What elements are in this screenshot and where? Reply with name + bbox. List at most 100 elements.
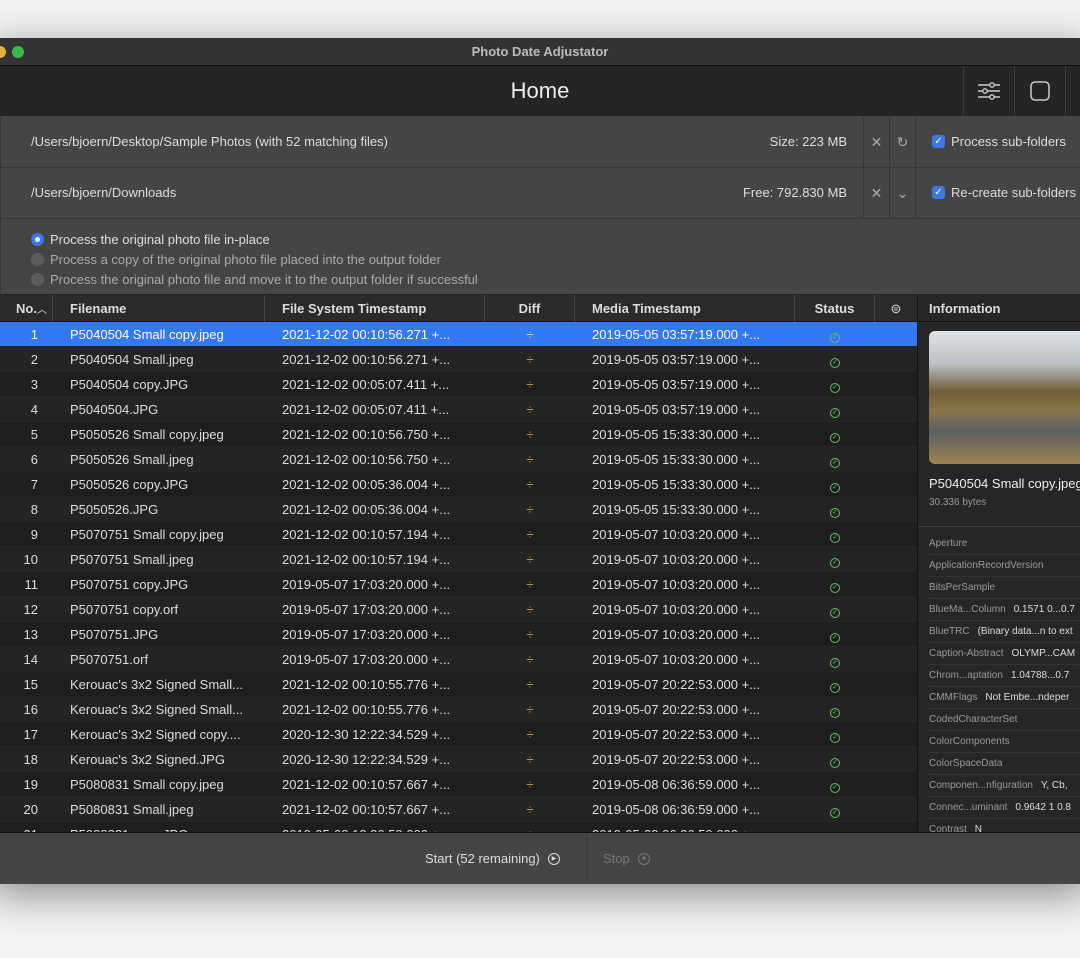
stop-button[interactable]: Stop ■ [603,851,650,866]
row-filename: P5070751 copy.orf [70,602,179,617]
diff-icon: ÷ [526,327,534,342]
filter-icon: ⊜ [890,301,902,316]
table-row[interactable]: 3 P5040504 copy.JPG 2021-12-02 00:05:07.… [0,372,917,397]
photo-preview [929,331,1080,464]
metadata-item: Componen...nfiguration Y, Cb, [929,775,1080,797]
table-header: No.︿ Filename File System Timestamp Diff… [0,295,917,322]
metadata-item: Aperture [929,533,1080,555]
metadata-value: (Binary data...n to ext [977,626,1073,637]
row-number: 11 [24,577,39,592]
table-row[interactable]: 20 P5080831 Small.jpeg 2021-12-02 00:10:… [0,797,917,822]
column-diff[interactable]: Diff [485,295,575,322]
row-media-timestamp: 2019-05-07 10:03:20.000 +... [592,602,761,617]
refresh-source-button[interactable]: ↻ [889,117,915,167]
table-row[interactable]: 5 P5050526 Small copy.jpeg 2021-12-02 00… [0,422,917,447]
table-row[interactable]: 12 P5070751 copy.orf 2019-05-07 17:03:20… [0,597,917,622]
metadata-key: Aperture [929,538,968,549]
row-fs-timestamp: 2021-12-02 00:10:55.776 +... [282,677,451,692]
status-ok-icon: ✓ [795,822,875,832]
status-ok-icon: ✓ [795,547,875,572]
row-filename: P5050526 copy.JPG [70,477,189,492]
row-filename: P5070751 Small copy.jpeg [70,527,224,542]
output-path[interactable]: /Users/bjoern/Downloads [31,185,176,200]
more-button[interactable] [1065,66,1080,116]
table-row[interactable]: 19 P5080831 Small copy.jpeg 2021-12-02 0… [0,772,917,797]
table-row[interactable]: 8 P5050526.JPG 2021-12-02 00:05:36.004 +… [0,497,917,522]
table-row[interactable]: 14 P5070751.orf 2019-05-07 17:03:20.000 … [0,647,917,672]
mode-copy-radio[interactable]: Process a copy of the original photo fil… [31,249,1080,269]
clear-output-button[interactable]: ✕ [863,168,889,218]
metadata-item: BlueTRC (Binary data...n to ext [929,621,1080,643]
row-filename: P5040504.JPG [70,402,159,417]
checkmark-icon: ✓ [932,186,945,199]
row-media-timestamp: 2019-05-05 15:33:30.000 +... [592,452,761,467]
metadata-item: Caption-Abstract OLYMP...CAM [929,643,1080,665]
row-media-timestamp: 2019-05-07 10:03:20.000 +... [592,652,761,667]
column-status[interactable]: Status [795,295,875,322]
table-row[interactable]: 21 P5080831 copy.JPG 2019-05-08 13:36:59… [0,822,917,832]
table-row[interactable]: 4 P5040504.JPG 2021-12-02 00:05:07.411 +… [0,397,917,422]
diff-icon: ÷ [526,727,534,742]
settings-button[interactable] [963,66,1014,116]
metadata-key: ApplicationRecordVersion [929,560,1044,571]
table-row[interactable]: 17 Kerouac's 3x2 Signed copy.... 2020-12… [0,722,917,747]
row-media-timestamp: 2019-05-07 10:03:20.000 +... [592,577,761,592]
output-dropdown-button[interactable]: ⌄ [889,168,915,218]
metadata-item: ApplicationRecordVersion [929,555,1080,577]
sort-ascending-icon: ︿ [36,305,47,316]
diff-icon: ÷ [526,402,534,417]
column-filename[interactable]: Filename [53,295,265,322]
row-media-timestamp: 2019-05-07 20:22:53.000 +... [592,752,761,767]
row-number: 20 [23,802,38,817]
row-number: 6 [30,452,38,467]
table-row[interactable]: 18 Kerouac's 3x2 Signed.JPG 2020-12-30 1… [0,747,917,772]
column-media-timestamp[interactable]: Media Timestamp [575,295,795,322]
diff-icon: ÷ [526,652,534,667]
row-number: 15 [23,677,38,692]
start-button[interactable]: Start (52 remaining) ▶ [425,851,560,866]
diff-icon: ÷ [526,602,534,617]
row-fs-timestamp: 2019-05-07 17:03:20.000 +... [282,652,451,667]
row-filename: P5050526 Small.jpeg [70,452,194,467]
metadata-item: CodedCharacterSet [929,709,1080,731]
column-no[interactable]: No.︿ [0,295,53,322]
output-folder-row: /Users/bjoern/Downloads Free: 792.830 MB… [0,168,1080,219]
column-filter-button[interactable]: ⊜ [875,295,917,322]
metadata-key: Componen...nfiguration [929,780,1033,791]
mode-in-place-radio[interactable]: Process the original photo file in-place [31,229,1080,249]
sidebar-toggle-button[interactable] [1014,66,1065,116]
row-fs-timestamp: 2021-12-02 00:10:57.667 +... [282,777,451,792]
table-row[interactable]: 15 Kerouac's 3x2 Signed Small... 2021-12… [0,672,917,697]
clear-source-button[interactable]: ✕ [863,117,889,167]
process-subfolders-checkbox[interactable]: ✓ Process sub-folders [932,134,1066,149]
metadata-value: 0.1571 0...0.7 [1013,604,1075,615]
metadata-item: ColorComponents [929,731,1080,753]
table-row[interactable]: 1 P5040504 Small copy.jpeg 2021-12-02 00… [0,322,917,347]
table-row[interactable]: 9 P5070751 Small copy.jpeg 2021-12-02 00… [0,522,917,547]
source-path[interactable]: /Users/bjoern/Desktop/Sample Photos (wit… [31,134,388,149]
column-fs-timestamp[interactable]: File System Timestamp [265,295,485,322]
table-row[interactable]: 16 Kerouac's 3x2 Signed Small... 2021-12… [0,697,917,722]
status-ok-icon: ✓ [795,672,875,697]
minimize-button[interactable] [0,46,6,58]
table-row[interactable]: 6 P5050526 Small.jpeg 2021-12-02 00:10:5… [0,447,917,472]
row-fs-timestamp: 2021-12-02 00:10:57.194 +... [282,527,451,542]
mode-move-radio[interactable]: Process the original photo file and move… [31,269,1080,289]
row-filename: P5070751.orf [70,652,149,667]
status-ok-icon: ✓ [795,722,875,747]
table-row[interactable]: 11 P5070751 copy.JPG 2019-05-07 17:03:20… [0,572,917,597]
diff-icon: ÷ [526,777,534,792]
row-fs-timestamp: 2020-12-30 12:22:34.529 +... [282,752,451,767]
info-filename: P5040504 Small copy.jpeg [929,476,1080,491]
table-row[interactable]: 2 P5040504 Small.jpeg 2021-12-02 00:10:5… [0,347,917,372]
row-filename: P5070751.JPG [70,627,159,642]
recreate-subfolders-checkbox[interactable]: ✓ Re-create sub-folders [932,185,1076,200]
zoom-button[interactable] [12,46,24,58]
table-row[interactable]: 10 P5070751 Small.jpeg 2021-12-02 00:10:… [0,547,917,572]
action-bar: Start (52 remaining) ▶ Stop ■ [0,832,1080,884]
diff-icon: ÷ [526,577,534,592]
row-media-timestamp: 2019-05-08 06:36:59.000 +... [592,802,761,817]
table-row[interactable]: 7 P5050526 copy.JPG 2021-12-02 00:05:36.… [0,472,917,497]
table-row[interactable]: 13 P5070751.JPG 2019-05-07 17:03:20.000 … [0,622,917,647]
row-fs-timestamp: 2019-05-07 17:03:20.000 +... [282,627,451,642]
